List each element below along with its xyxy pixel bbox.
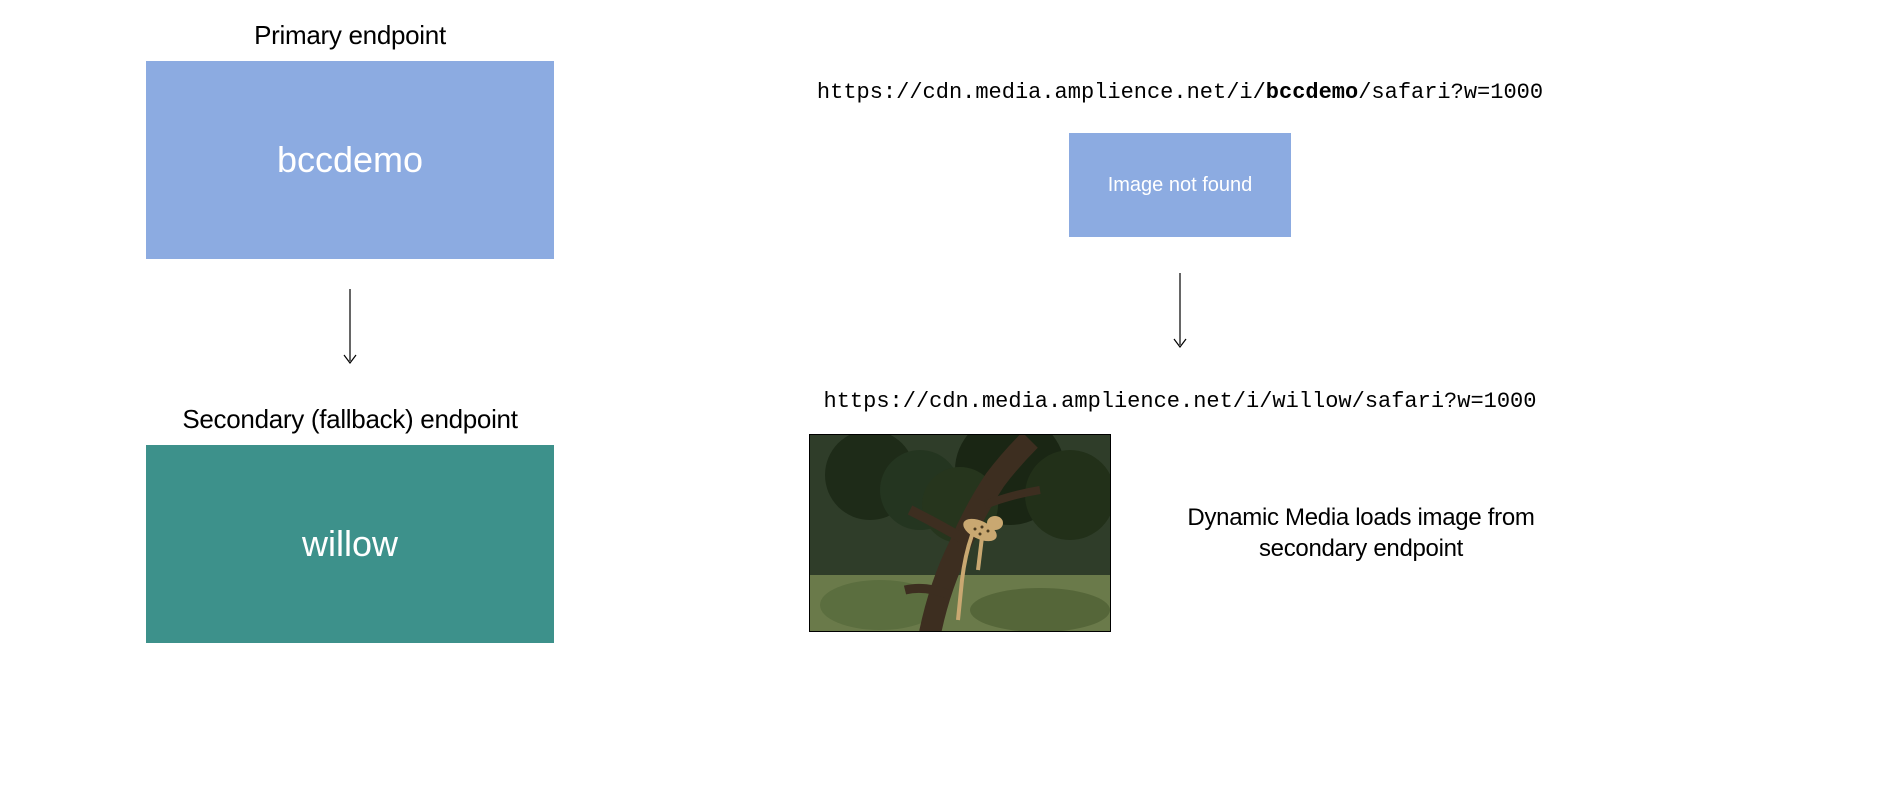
secondary-endpoint-label: Secondary (fallback) endpoint <box>182 404 517 435</box>
url-bold-segment: bccdemo <box>1266 80 1358 105</box>
arrow-down-icon <box>1170 273 1190 353</box>
result-caption: Dynamic Media loads image from secondary… <box>1171 502 1551 564</box>
primary-endpoint-label: Primary endpoint <box>254 20 446 51</box>
result-row: Dynamic Media loads image from secondary… <box>809 434 1551 632</box>
safari-image <box>809 434 1111 632</box>
image-not-found-box: Image not found <box>1069 133 1291 237</box>
secondary-url: https://cdn.media.amplience.net/i/willow… <box>824 389 1537 414</box>
url-prefix: https://cdn.media.amplience.net/i/ <box>817 80 1266 105</box>
secondary-endpoint-name: willow <box>302 523 398 565</box>
left-column: Primary endpoint bccdemo Secondary (fall… <box>140 20 560 643</box>
safari-image-svg <box>810 435 1111 632</box>
right-column: https://cdn.media.amplience.net/i/bccdem… <box>620 20 1740 643</box>
url-suffix: /safari?w=1000 <box>1358 80 1543 105</box>
url-bold-segment: willow <box>1272 389 1351 414</box>
url-prefix: https://cdn.media.amplience.net/i/ <box>824 389 1273 414</box>
secondary-endpoint-box: willow <box>146 445 554 643</box>
primary-url: https://cdn.media.amplience.net/i/bccdem… <box>817 80 1543 105</box>
image-not-found-text: Image not found <box>1108 174 1253 197</box>
primary-endpoint-name: bccdemo <box>277 139 423 181</box>
arrow-down-icon <box>340 289 360 369</box>
primary-endpoint-box: bccdemo <box>146 61 554 259</box>
url-suffix: /safari?w=1000 <box>1352 389 1537 414</box>
